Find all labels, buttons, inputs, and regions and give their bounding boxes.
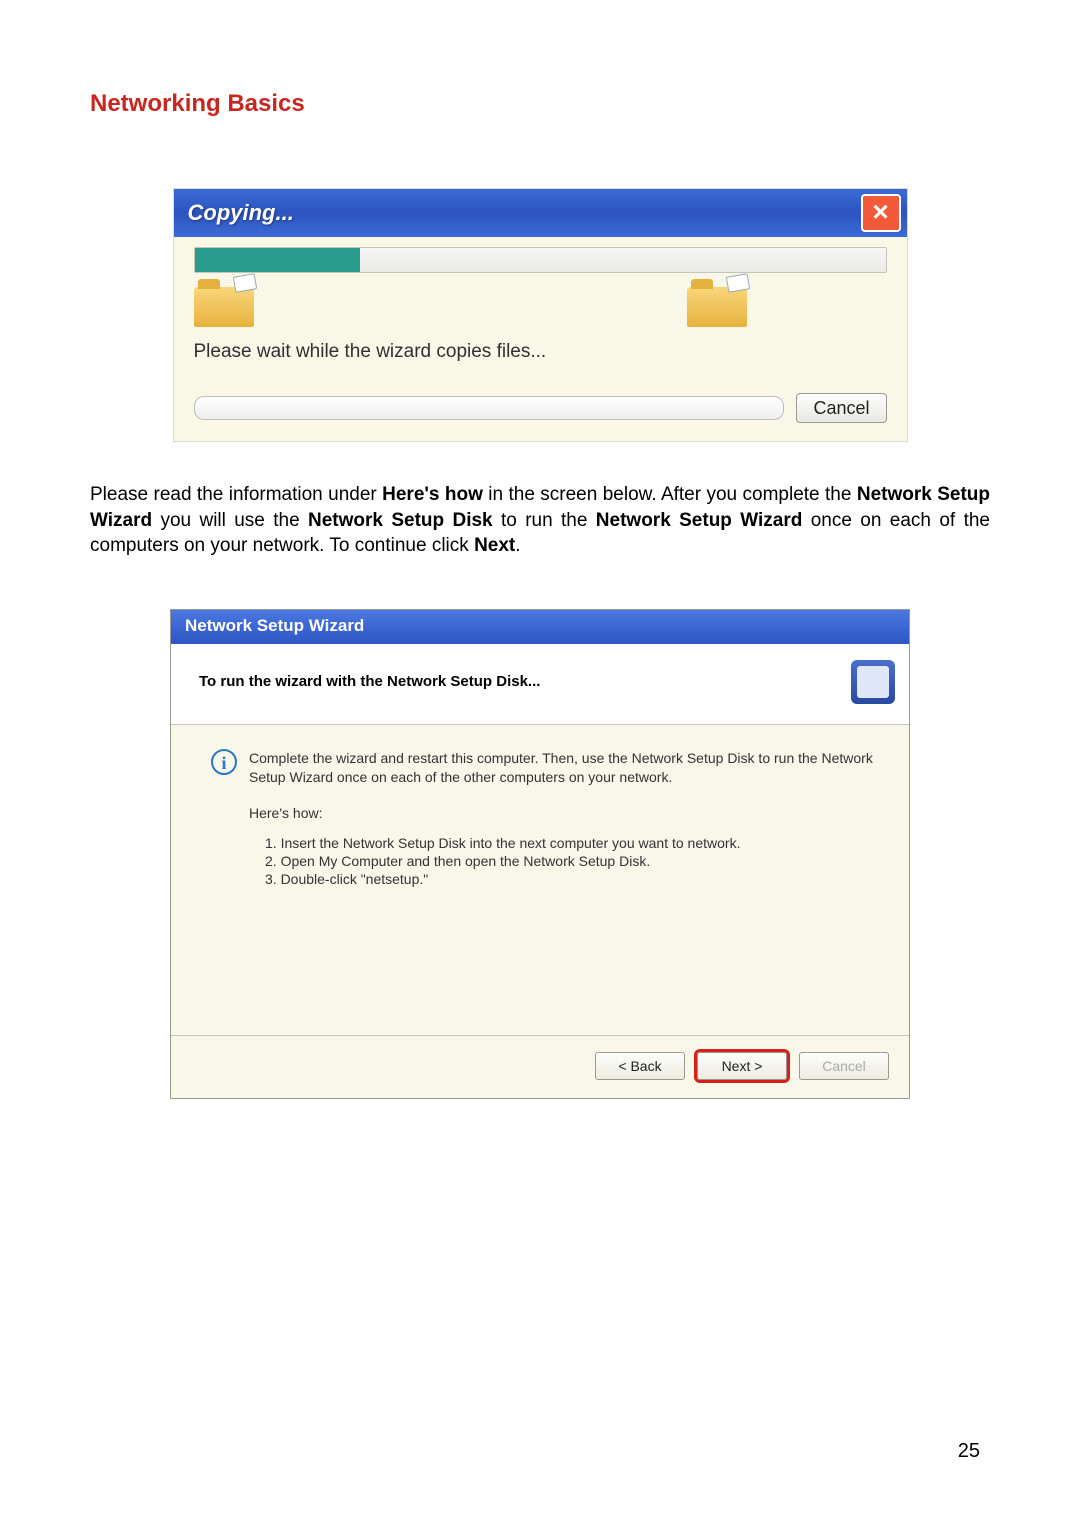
progress-fill (195, 248, 361, 272)
info-icon: i (211, 749, 237, 775)
file-copy-animation (194, 283, 887, 337)
heres-how-label: Here's how: (249, 805, 879, 821)
copying-dialog: Copying... × Please wait while the wizar… (173, 188, 908, 442)
cancel-button[interactable]: Cancel (796, 393, 886, 423)
wizard-titlebar: Network Setup Wizard (171, 610, 909, 644)
next-button[interactable]: Next > (697, 1052, 787, 1080)
wizard-footer: < Back Next > Cancel (171, 1035, 909, 1098)
wizard-dialog: Network Setup Wizard To run the wizard w… (170, 609, 910, 1099)
wizard-steps: 1. Insert the Network Setup Disk into th… (265, 835, 879, 887)
page-number: 25 (958, 1440, 980, 1463)
folder-icon (194, 287, 254, 327)
wizard-body: i Complete the wizard and restart this c… (171, 725, 909, 1035)
wizard-step: 2. Open My Computer and then open the Ne… (265, 853, 879, 869)
cancel-button: Cancel (799, 1052, 889, 1080)
wizard-info-text: Complete the wizard and restart this com… (249, 749, 879, 787)
wizard-step: 1. Insert the Network Setup Disk into th… (265, 835, 879, 851)
wizard-step: 3. Double-click "netsetup." (265, 871, 879, 887)
wizard-header: To run the wizard with the Network Setup… (171, 644, 909, 725)
progress-bar (194, 247, 887, 273)
page-heading: Networking Basics (90, 90, 990, 118)
instruction-text: Please read the information under Here's… (90, 482, 990, 559)
wizard-header-text: To run the wizard with the Network Setup… (199, 673, 851, 690)
back-button[interactable]: < Back (595, 1052, 685, 1080)
copying-message: Please wait while the wizard copies file… (194, 341, 887, 363)
copying-titlebar: Copying... × (174, 189, 907, 237)
folder-icon (687, 287, 747, 327)
close-icon[interactable]: × (861, 194, 901, 232)
file-progress-bar (194, 396, 785, 420)
network-icon (851, 660, 895, 704)
copying-title: Copying... (188, 200, 861, 226)
